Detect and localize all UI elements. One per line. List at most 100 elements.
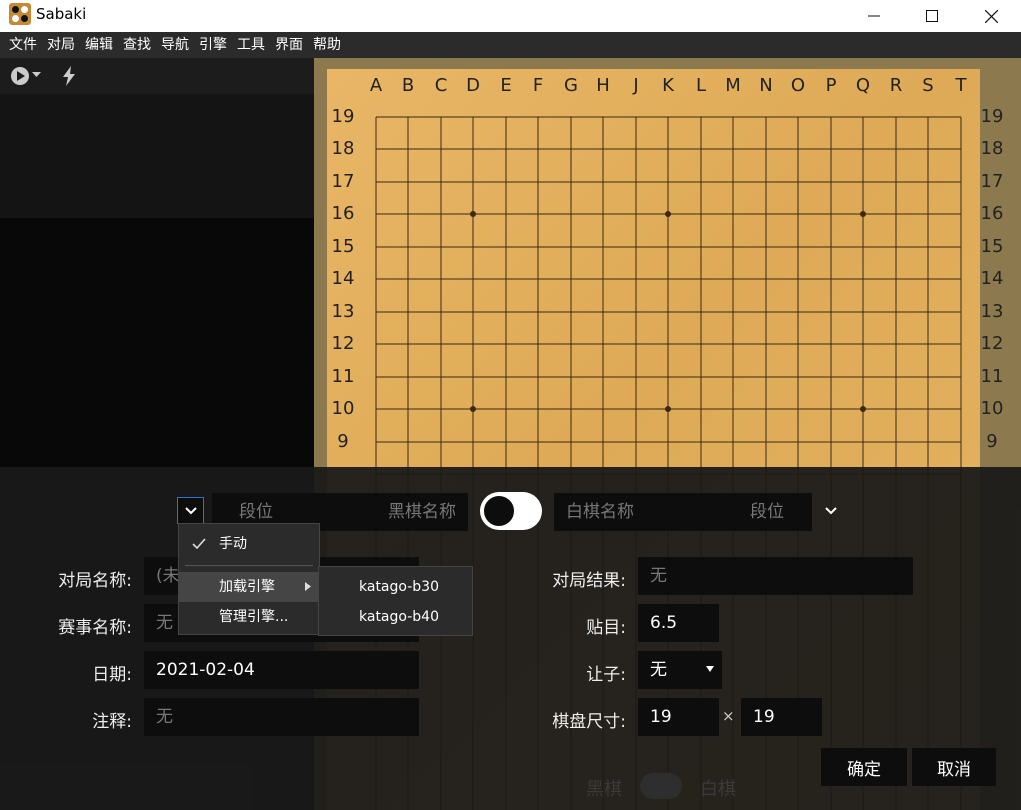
board-row-label: 19 — [331, 106, 355, 127]
date-input[interactable]: 2021-02-04 — [144, 651, 419, 689]
star-point — [470, 406, 476, 412]
player-swap-toggle[interactable] — [480, 492, 542, 530]
menu-item-manage-engines[interactable]: 管理引擎... — [179, 602, 319, 632]
board-col-label: J — [633, 75, 639, 96]
board-height-input[interactable]: 19 — [741, 698, 822, 736]
board-row-label: 12 — [331, 333, 355, 354]
menu-item-engine[interactable]: katago-b30 — [319, 572, 472, 602]
board-row-label: 13 — [980, 301, 1004, 322]
menu-help[interactable]: 帮助 — [308, 32, 346, 58]
menu-item-label: katago-b40 — [359, 609, 439, 625]
title-bar: Sabaki — [0, 0, 1021, 32]
board-col-label: B — [401, 75, 415, 96]
maximize-button[interactable] — [909, 0, 955, 32]
menu-navigation[interactable]: 导航 — [156, 32, 194, 58]
chevron-down-icon — [825, 507, 837, 515]
white-player-field[interactable]: 白棋名称 段位 — [554, 493, 812, 531]
menu-item-engine[interactable]: katago-b40 — [319, 602, 472, 632]
times-sign: × — [722, 707, 735, 725]
menu-edit[interactable]: 编辑 — [80, 32, 118, 58]
board-row-label: 19 — [980, 106, 1004, 127]
menu-separator — [185, 565, 313, 566]
hidden-black-label: 黑棋 — [586, 779, 622, 800]
board-row-label: 13 — [331, 301, 355, 322]
white-name-input[interactable]: 白棋名称 — [566, 493, 634, 531]
black-name-input[interactable]: 黑棋名称 — [388, 493, 456, 531]
board-row-label: 14 — [331, 268, 355, 289]
hidden-toggle — [640, 773, 682, 799]
ok-button[interactable]: 确定 — [821, 748, 907, 786]
menu-view[interactable]: 界面 — [270, 32, 308, 58]
chevron-right-icon — [305, 582, 311, 591]
window-title: Sabaki — [36, 5, 87, 23]
sidebar-comment-panel — [0, 94, 314, 218]
sabaki-logo-icon — [9, 3, 31, 25]
board-row-label: 15 — [331, 236, 355, 257]
menu-item-label: 管理引擎... — [219, 609, 289, 625]
menu-item-label: 加载引擎 — [219, 579, 275, 595]
lightning-icon[interactable] — [62, 66, 76, 86]
star-point — [665, 211, 671, 217]
close-icon — [984, 9, 998, 23]
handicap-select[interactable]: 无 — [638, 651, 722, 689]
star-point — [860, 406, 866, 412]
board-row-label: 18 — [980, 138, 1004, 159]
board-row-label: 18 — [331, 138, 355, 159]
board-width-input[interactable]: 19 — [638, 698, 719, 736]
play-icon[interactable] — [10, 66, 30, 86]
comment-label: 注释: — [92, 712, 132, 732]
white-engine-dropdown[interactable] — [822, 502, 840, 520]
menu-find[interactable]: 查找 — [118, 32, 156, 58]
engine-context-menu: 手动 加载引擎 管理引擎... — [178, 523, 320, 635]
close-button[interactable] — [968, 0, 1014, 32]
board-col-label: K — [662, 75, 674, 96]
chevron-down-icon — [184, 506, 197, 514]
menu-item-manual[interactable]: 手动 — [179, 529, 319, 559]
result-label: 对局结果: — [552, 571, 626, 591]
board-col-label: R — [889, 75, 903, 96]
board-row-label: 15 — [980, 236, 1004, 257]
comment-input[interactable]: 无 — [144, 698, 419, 736]
game-name-label: 对局名称: — [58, 571, 132, 591]
cancel-button[interactable]: 取消 — [912, 748, 996, 786]
board-row-label: 11 — [331, 366, 355, 387]
engine-toolbar — [0, 58, 314, 94]
menu-file[interactable]: 文件 — [4, 32, 42, 58]
chevron-down-icon[interactable] — [32, 72, 41, 78]
minimize-button[interactable] — [851, 0, 897, 32]
black-engine-dropdown[interactable] — [177, 497, 204, 524]
board-col-label: G — [564, 75, 578, 96]
toggle-knob — [482, 494, 516, 528]
komi-input[interactable]: 6.5 — [638, 604, 719, 642]
board-row-label: 9 — [337, 431, 349, 452]
board-row-label: 17 — [331, 171, 355, 192]
board-col-label: H — [596, 75, 610, 96]
board-row-label: 9 — [986, 431, 998, 452]
board-row-label: 10 — [331, 398, 355, 419]
caret-down-icon — [706, 666, 714, 672]
board-col-label: E — [500, 75, 512, 96]
menu-item-load-engine[interactable]: 加载引擎 — [179, 572, 319, 602]
board-row-label: 10 — [980, 398, 1004, 419]
result-input[interactable]: 无 — [638, 557, 913, 595]
checkmark-icon — [192, 538, 206, 549]
date-label: 日期: — [92, 665, 132, 685]
menu-engines[interactable]: 引擎 — [194, 32, 232, 58]
star-point — [860, 211, 866, 217]
menu-tools[interactable]: 工具 — [232, 32, 270, 58]
board-row-label: 16 — [980, 203, 1004, 224]
handicap-label: 让子: — [586, 665, 626, 685]
board-row-label: 14 — [980, 268, 1004, 289]
white-rank-input[interactable]: 段位 — [750, 493, 784, 531]
menu-bar: 文件 对局 编辑 查找 导航 引擎 工具 界面 帮助 — [0, 32, 1021, 58]
board-row-label: 16 — [331, 203, 355, 224]
menu-game[interactable]: 对局 — [42, 32, 80, 58]
board-col-label: P — [825, 75, 837, 96]
board-col-label: Q — [855, 75, 871, 96]
board-col-label: M — [725, 75, 741, 96]
board-col-label: D — [466, 75, 480, 96]
board-row-label: 17 — [980, 171, 1004, 192]
board-size-label: 棋盘尺寸: — [552, 712, 626, 732]
board-col-label: A — [369, 75, 383, 96]
hidden-white-label: 白棋 — [700, 779, 736, 800]
